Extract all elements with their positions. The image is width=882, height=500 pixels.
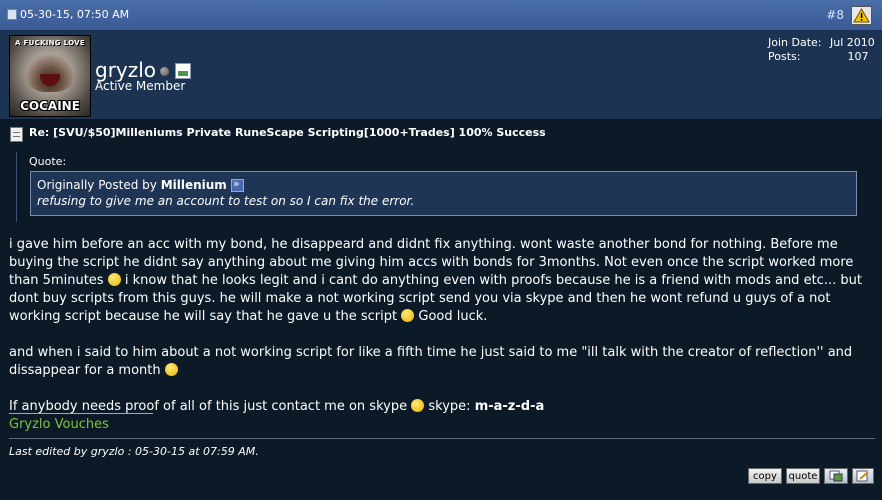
post-date: 05-30-15, 07:50 AM [20,8,130,21]
avatar-bear-image [26,54,74,92]
avatar: A FUCKING LOVE COCAINE [9,35,91,117]
post-text: and when i said to him about a not worki… [9,345,853,378]
posts-label: Posts: [768,50,801,63]
post-header-bar: 05-30-15, 07:50 AM #8 [0,0,882,31]
smile-icon [411,399,425,412]
skype-id: m-a-z-d-a [474,399,545,414]
multiquote-icon[interactable] [824,468,848,484]
quote-text: refusing to give me an account to test o… [37,194,415,208]
user-info-panel: A FUCKING LOVE COCAINE gryzlo Active Mem… [0,31,882,119]
avatar-caption-top: A FUCKING LOVE [15,39,85,47]
copy-button[interactable]: copy [748,468,782,484]
post-title-icon [10,127,23,142]
quote-label: Quote: [29,155,67,168]
post-footer-divider [9,438,875,439]
quote-block: Quote: Originally Posted by Millenium re… [16,152,866,222]
last-edited-note: Last edited by gryzlo : 05-30-15 at 07:5… [9,445,259,458]
post-text: Good luck. [418,309,488,324]
quote-originally-posted-by: Originally Posted by [37,178,157,192]
smile-icon [401,309,415,322]
quote-attribution: Originally Posted by Millenium [37,177,244,192]
user-stats: Join Date: Jul 2010 Posts: 107 [768,36,875,64]
user-title: Active Member [95,79,186,93]
smile-icon [164,363,178,376]
user-image-icon[interactable] [175,63,191,79]
post-paragraph-1: i gave him before an acc with my bond, h… [9,236,875,326]
posts-count: 107 [847,50,869,63]
post-text: skype: [428,399,471,414]
post-body: i gave him before an acc with my bond, h… [9,236,875,416]
avatar-caption-bottom: COCAINE [20,99,80,113]
smile-icon [107,273,121,286]
post-status-icon [7,9,17,20]
post-number-link[interactable]: #8 [826,8,844,22]
post-action-buttons: copy quote [748,468,876,486]
join-date-label: Join Date: [768,36,822,49]
quote-button[interactable]: quote [786,468,820,484]
quote-author: Millenium [160,178,227,192]
signature-link[interactable]: Gryzlo Vouches [9,417,109,432]
view-post-arrow-icon[interactable] [230,177,244,192]
post-text: If anybody needs proof of all of this ju… [9,399,408,414]
offline-status-icon [160,67,169,76]
post-paragraph-2: and when i said to him about a not worki… [9,344,875,380]
post-title: Re: [SVU/$50]Milleniums Private RuneScap… [29,126,546,139]
signature-divider [9,413,153,414]
quote-box: Originally Posted by Millenium refusing … [30,171,857,216]
join-date-value: Jul 2010 [830,36,875,49]
edit-icon[interactable] [852,468,874,484]
report-warning-icon[interactable] [851,6,872,25]
